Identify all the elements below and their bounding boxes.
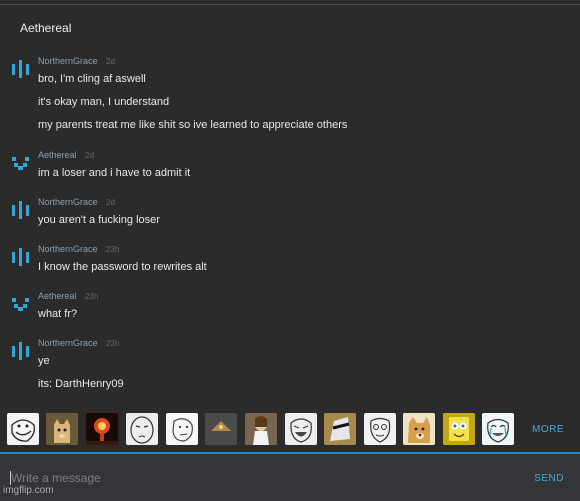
pixel-avatar-icon[interactable] [10, 153, 32, 173]
more-button[interactable]: MORE [532, 424, 564, 435]
bars-avatar-icon[interactable] [10, 200, 32, 220]
bars-avatar-icon[interactable] [10, 341, 32, 361]
message-author[interactable]: NorthernGrace [38, 244, 98, 254]
cool-face-icon[interactable] [324, 413, 356, 445]
meme-tray: MORE [0, 408, 580, 452]
doge-icon[interactable] [403, 413, 435, 445]
pixel-avatar-icon[interactable] [10, 294, 32, 314]
explosion-icon[interactable] [86, 413, 118, 445]
okay-face-icon[interactable] [126, 413, 158, 445]
message-time: 23h [106, 245, 120, 254]
message-time: 2d [106, 57, 115, 66]
message-text: bro, I'm cling af aswell [38, 73, 146, 85]
bars-avatar-icon[interactable] [10, 247, 32, 267]
message-text: it's okay man, I understand [38, 96, 170, 108]
message-list[interactable]: NorthernGrace 2d bro, I'm cling af aswel… [0, 50, 580, 400]
message-text: what fr? [38, 308, 78, 320]
message-input[interactable] [11, 469, 461, 487]
bars-avatar-icon[interactable] [10, 59, 32, 79]
spongebob-icon[interactable] [443, 413, 475, 445]
happy-cry-icon[interactable] [482, 413, 514, 445]
troll-face-icon[interactable] [7, 413, 39, 445]
message-text: im a loser and i have to admit it [38, 167, 191, 179]
send-button[interactable]: SEND [534, 473, 564, 484]
top-divider [0, 4, 580, 5]
message-text: its: DarthHenry09 [38, 378, 124, 390]
watermark: imgflip.com [3, 485, 54, 496]
message-time: 2d [106, 198, 115, 207]
jesus-thumbs-icon[interactable] [245, 413, 277, 445]
chat-title: Aethereal [20, 21, 72, 35]
me-gusta-icon[interactable] [364, 413, 396, 445]
message-text: you aren't a fucking loser [38, 214, 160, 226]
message-composer: SEND [0, 452, 580, 501]
message-time: 23h [85, 292, 99, 301]
illuminati-icon[interactable] [205, 413, 237, 445]
message-time: 23h [106, 339, 120, 348]
message-text: my parents treat me like shit so ive lea… [38, 119, 348, 131]
message-text: ye [38, 355, 50, 367]
thinking-face-icon[interactable] [166, 413, 198, 445]
message-author[interactable]: Aethereal [38, 150, 77, 160]
message-author[interactable]: NorthernGrace [38, 197, 98, 207]
message-text: I know the password to rewrites alt [38, 261, 207, 273]
laughing-face-icon[interactable] [285, 413, 317, 445]
message-time: 2d [85, 151, 94, 160]
message-author[interactable]: Aethereal [38, 291, 77, 301]
message-author[interactable]: NorthernGrace [38, 56, 98, 66]
message-author[interactable]: NorthernGrace [38, 338, 98, 348]
cat-icon[interactable] [46, 413, 78, 445]
